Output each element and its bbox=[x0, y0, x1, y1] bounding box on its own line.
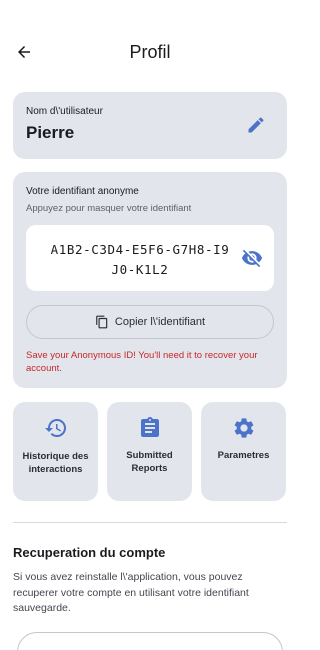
submitted-reports-tile-label: Submitted Reports bbox=[126, 450, 173, 474]
recovery-description: Si vous avez reinstalle l\'application, … bbox=[13, 571, 249, 614]
username-label: Nom d\'utilisateur bbox=[26, 106, 103, 117]
anonymous-id-line-2: J0-K1L2 bbox=[111, 262, 169, 277]
section-divider bbox=[13, 522, 287, 523]
username-value: Pierre bbox=[26, 123, 75, 142]
clipboard-icon-wrap bbox=[107, 416, 192, 442]
anonymous-id-line-1: A1B2-C3D4-E5F6-G7H8-I9 bbox=[50, 242, 230, 257]
anonymous-id-box[interactable]: A1B2-C3D4-E5F6-G7H8-I9 J0-K1L2 bbox=[26, 225, 274, 291]
settings-tile-label: Parametres bbox=[217, 450, 270, 461]
anonymous-id-subtitle: Appuyez pour masquer votre identifiant bbox=[26, 203, 192, 214]
copy-id-button[interactable]: Copier l\'identifiant bbox=[26, 305, 274, 339]
history-tile[interactable]: Historique des interactions bbox=[13, 402, 98, 501]
username-card: Nom d\'utilisateur Pierre bbox=[13, 92, 287, 159]
recovery-title: Recuperation du compte bbox=[13, 545, 166, 560]
edit-username-button[interactable] bbox=[246, 115, 266, 135]
clipboard-icon bbox=[140, 417, 159, 437]
gear-icon bbox=[234, 418, 253, 438]
copy-id-label: Copier l\'identifiant bbox=[114, 316, 206, 328]
settings-tile[interactable]: Parametres bbox=[201, 402, 286, 501]
page-title: Profil bbox=[129, 42, 171, 62]
history-icon-wrap bbox=[13, 416, 98, 442]
toggle-id-visibility-button[interactable] bbox=[241, 247, 263, 269]
history-tile-label: Historique des interactions bbox=[22, 451, 89, 475]
anonymous-id-value: A1B2-C3D4-E5F6-G7H8-I9 J0-K1L2 bbox=[40, 240, 240, 280]
pencil-icon bbox=[248, 117, 264, 133]
recovery-id-input[interactable] bbox=[17, 632, 283, 650]
top-app-bar: Profil bbox=[0, 0, 300, 104]
eye-off-icon bbox=[241, 249, 263, 268]
save-id-warning: Save your Anonymous ID! You'll need it t… bbox=[26, 350, 258, 374]
anonymous-id-title: Votre identifiant anonyme bbox=[26, 186, 139, 197]
submitted-reports-tile[interactable]: Submitted Reports bbox=[107, 402, 192, 501]
gear-icon-wrap bbox=[201, 416, 286, 442]
anonymous-id-card: Votre identifiant anonyme Appuyez pour m… bbox=[13, 172, 287, 388]
history-icon bbox=[44, 419, 66, 437]
copy-icon bbox=[96, 315, 108, 329]
